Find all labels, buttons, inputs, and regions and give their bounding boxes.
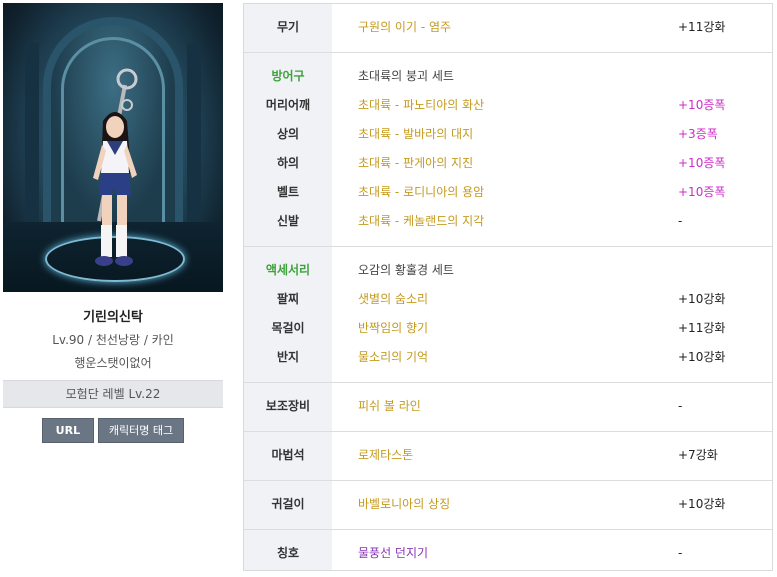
- armor-enhance: +3증폭: [678, 127, 718, 141]
- sub-equipment-label: 보조장비: [265, 399, 311, 413]
- guild-name: 행운스탯이없어: [74, 356, 152, 370]
- weapon-name[interactable]: 구원의 이기 - 염주: [358, 13, 451, 42]
- armor-header-row: 방어구 초대륙의 붕괴 세트: [244, 62, 772, 91]
- accessory-row: 반지 물소리의 기억 +10강화: [244, 343, 772, 372]
- title-section: 칭호 물풍선 던지기 -: [244, 530, 772, 576]
- accessory-enhance: +10강화: [678, 292, 726, 306]
- sub-equipment-enhance: -: [678, 399, 683, 413]
- character-figure: [93, 68, 138, 266]
- accessory-set-name[interactable]: 오감의 황홀경 세트: [358, 256, 454, 285]
- adventure-level: 모험단 레벨 Lv.22: [3, 380, 223, 408]
- armor-enhance: +10증폭: [678, 185, 726, 199]
- character-info: Lv.90 / 천선낭랑 / 카인: [52, 333, 174, 347]
- weapon-section: 무기 구원의 이기 - 염주 +11강화: [244, 4, 772, 53]
- armor-enhance: -: [678, 214, 683, 228]
- equipment-table: 무기 구원의 이기 - 염주 +11강화 방어구 초대륙의 붕괴 세트 머리어깨…: [243, 3, 773, 571]
- armor-enhance: +10증폭: [678, 156, 726, 170]
- armor-row: 신발 초대륙 - 케놀랜드의 지각 -: [244, 207, 772, 236]
- magic-stone-section: 마법석 로제타스톤 +7강화: [244, 432, 772, 481]
- accessory-item-name[interactable]: 물소리의 기억: [358, 343, 428, 372]
- weapon-enhance: +11강화: [678, 20, 726, 34]
- accessory-slot-label: 팔찌: [276, 292, 300, 306]
- armor-slot-label: 신발: [276, 214, 300, 228]
- armor-item-name[interactable]: 초대륙 - 파노티아의 화산: [358, 91, 484, 120]
- armor-enhance: +10증폭: [678, 98, 726, 112]
- title-name[interactable]: 물풍선 던지기: [358, 539, 428, 568]
- accessory-section: 액세서리 오감의 황홀경 세트 팔찌 샛별의 숨소리 +10강화 목걸이 반짝임…: [244, 247, 772, 383]
- name-tag-button[interactable]: 캐릭터명 태그: [97, 418, 185, 443]
- armor-row: 하의 초대륙 - 판게아의 지진 +10증폭: [244, 149, 772, 178]
- sub-equipment-name[interactable]: 피쉬 볼 라인: [358, 392, 421, 421]
- weapon-label: 무기: [276, 20, 300, 34]
- sub-equipment-row: 보조장비 피쉬 볼 라인 -: [244, 392, 772, 421]
- armor-slot-label: 상의: [276, 127, 300, 141]
- magic-stone-row: 마법석 로제타스톤 +7강화: [244, 441, 772, 470]
- armor-item-name[interactable]: 초대륙 - 판게아의 지진: [358, 149, 473, 178]
- earring-name[interactable]: 바벨로니아의 상징: [358, 490, 450, 519]
- character-profile: 기린의신탁 Lv.90 / 천선낭랑 / 카인 행운스탯이없어 모험단 레벨 L…: [3, 3, 223, 443]
- armor-section: 방어구 초대륙의 붕괴 세트 머리어깨 초대륙 - 파노티아의 화산 +10증폭…: [244, 53, 772, 247]
- profile-buttons: URL 캐릭터명 태그: [3, 418, 223, 443]
- earring-row: 귀걸이 바벨로니아의 상징 +10강화: [244, 490, 772, 519]
- earring-enhance: +10강화: [678, 497, 726, 511]
- magic-stone-label: 마법석: [271, 448, 305, 462]
- character-name: 기린의신탁: [83, 310, 143, 325]
- accessory-header-row: 액세서리 오감의 황홀경 세트: [244, 256, 772, 285]
- accessory-row: 팔찌 샛별의 숨소리 +10강화: [244, 285, 772, 314]
- armor-row: 벨트 초대륙 - 로디니아의 용암 +10증폭: [244, 178, 772, 207]
- armor-item-name[interactable]: 초대륙 - 로디니아의 용암: [358, 178, 484, 207]
- armor-set-name[interactable]: 초대륙의 붕괴 세트: [358, 62, 454, 91]
- accessory-row: 목걸이 반짝임의 향기 +11강화: [244, 314, 772, 343]
- armor-slot-label: 하의: [276, 156, 300, 170]
- armor-slot-label: 머리어깨: [265, 98, 311, 112]
- accessory-item-name[interactable]: 샛별의 숨소리: [358, 285, 428, 314]
- magic-stone-enhance: +7강화: [678, 448, 718, 462]
- title-enhance: -: [678, 546, 683, 560]
- accessory-enhance: +11강화: [678, 321, 726, 335]
- magic-stone-name[interactable]: 로제타스톤: [358, 441, 413, 470]
- armor-row: 머리어깨 초대륙 - 파노티아의 화산 +10증폭: [244, 91, 772, 120]
- armor-header-label: 방어구: [271, 69, 305, 83]
- earring-section: 귀걸이 바벨로니아의 상징 +10강화: [244, 481, 772, 530]
- accessory-item-name[interactable]: 반짝임의 향기: [358, 314, 428, 343]
- title-label: 칭호: [276, 546, 300, 560]
- armor-item-name[interactable]: 초대륙 - 케놀랜드의 지각: [358, 207, 484, 236]
- earring-label: 귀걸이: [271, 497, 305, 511]
- armor-row: 상의 초대륙 - 발바라의 대지 +3증폭: [244, 120, 772, 149]
- accessory-header-label: 액세서리: [265, 263, 311, 277]
- character-portrait: [3, 3, 223, 292]
- sub-equipment-section: 보조장비 피쉬 볼 라인 -: [244, 383, 772, 432]
- armor-item-name[interactable]: 초대륙 - 발바라의 대지: [358, 120, 473, 149]
- accessory-enhance: +10강화: [678, 350, 726, 364]
- weapon-row: 무기 구원의 이기 - 염주 +11강화: [244, 13, 772, 42]
- url-button[interactable]: URL: [41, 418, 94, 443]
- title-row: 칭호 물풍선 던지기 -: [244, 539, 772, 568]
- accessory-slot-label: 반지: [276, 350, 300, 364]
- armor-slot-label: 벨트: [276, 185, 300, 199]
- accessory-slot-label: 목걸이: [271, 321, 305, 335]
